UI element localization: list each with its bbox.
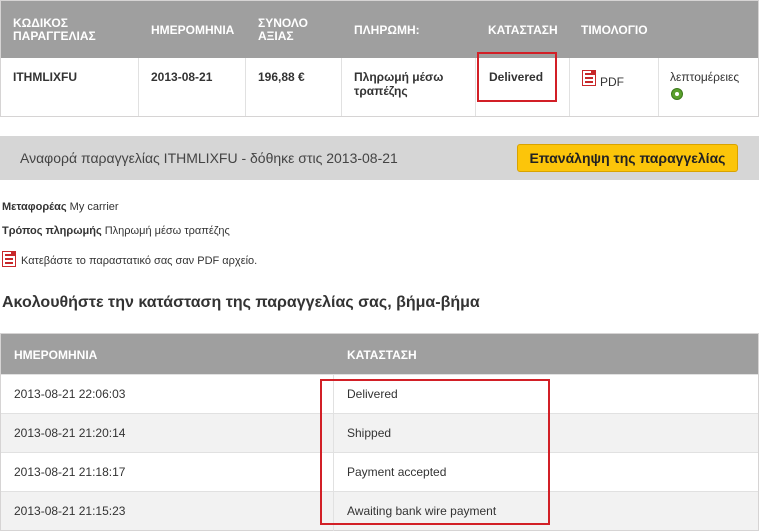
cell-total: 196,88 € bbox=[246, 58, 342, 116]
carrier-info: Μεταφορέας My carrier bbox=[2, 201, 119, 213]
invoice-pdf-link[interactable]: PDF bbox=[600, 75, 624, 89]
history-table-header: ΗΜΕΡΟΜΗΝΙΑ ΚΑΤΑΣΤΑΣΗ bbox=[1, 334, 758, 374]
download-pdf-link[interactable]: Κατεβάστε το παραστατικό σας σαν PDF αρχ… bbox=[21, 255, 257, 267]
reorder-button[interactable]: Επανάληψη της παραγγελίας bbox=[517, 144, 738, 172]
header-date: ΗΜΕΡΟΜΗΝΙΑ bbox=[151, 23, 235, 37]
header-reference: ΚΩΔΙΚΟΣ ΠΑΡΑΓΓΕΛΙΑΣ bbox=[13, 16, 96, 43]
order-reference: ITHMLIXFU bbox=[13, 70, 77, 84]
carrier-value: My carrier bbox=[69, 201, 119, 213]
history-date: 2013-08-21 21:20:14 bbox=[14, 426, 126, 440]
cell-invoice: PDF bbox=[570, 58, 659, 116]
history-header-date: ΗΜΕΡΟΜΗΝΙΑ bbox=[14, 348, 98, 362]
details-link[interactable]: λεπτομέρειες bbox=[670, 70, 739, 84]
order-date: 2013-08-21 bbox=[151, 70, 213, 84]
cell-reference: ITHMLIXFU bbox=[1, 58, 139, 116]
history-date: 2013-08-21 21:18:17 bbox=[14, 465, 126, 479]
history-header-status: ΚΑΤΑΣΤΑΣΗ bbox=[347, 348, 417, 362]
history-date: 2013-08-21 22:06:03 bbox=[14, 387, 126, 401]
carrier-label: Μεταφορέας bbox=[2, 201, 67, 213]
pdf-download-icon[interactable] bbox=[2, 251, 16, 267]
header-invoice: ΤΙΜΟΛΟΓΙΟ bbox=[581, 23, 648, 37]
header-total: ΣΥΝΟΛΟ ΑΞΙΑΣ bbox=[258, 16, 308, 43]
payment-label: Τρόπος πληρωμής bbox=[2, 225, 102, 237]
payment-value: Πληρωμή μέσω τραπέζης bbox=[104, 225, 230, 237]
payment-info: Τρόπος πληρωμής Πληρωμή μέσω τραπέζης bbox=[2, 225, 230, 237]
order-payment: Πληρωμή μέσω τραπέζης bbox=[354, 70, 444, 98]
order-reference-text: Αναφορά παραγγελίας ITHMLIXFU - δόθηκε σ… bbox=[20, 150, 398, 166]
header-status: ΚΑΤΑΣΤΑΣΗ bbox=[488, 23, 558, 37]
cell-date: 2013-08-21 bbox=[139, 58, 246, 116]
cell-details: λεπτομέρειες bbox=[659, 58, 758, 116]
highlight-history-box bbox=[320, 379, 550, 525]
order-total: 196,88 € bbox=[258, 70, 305, 84]
orders-table-header: ΚΩΔΙΚΟΣ ΠΑΡΑΓΓΕΛΙΑΣ ΗΜΕΡΟΜΗΝΙΑ ΣΥΝΟΛΟ ΑΞ… bbox=[1, 1, 758, 58]
order-row[interactable]: ITHMLIXFU 2013-08-21 196,88 € Πληρωμή μέ… bbox=[1, 58, 758, 116]
highlight-status-box bbox=[477, 52, 557, 102]
history-title: Ακολουθήστε την κατάσταση της παραγγελία… bbox=[2, 294, 480, 311]
header-payment: ΠΛΗΡΩΜΗ: bbox=[354, 23, 420, 37]
history-date: 2013-08-21 21:15:23 bbox=[14, 504, 126, 518]
refresh-icon[interactable] bbox=[671, 88, 683, 100]
orders-table: ΚΩΔΙΚΟΣ ΠΑΡΑΓΓΕΛΙΑΣ ΗΜΕΡΟΜΗΝΙΑ ΣΥΝΟΛΟ ΑΞ… bbox=[0, 0, 759, 117]
pdf-icon[interactable] bbox=[582, 70, 596, 86]
cell-payment: Πληρωμή μέσω τραπέζης bbox=[342, 58, 476, 116]
